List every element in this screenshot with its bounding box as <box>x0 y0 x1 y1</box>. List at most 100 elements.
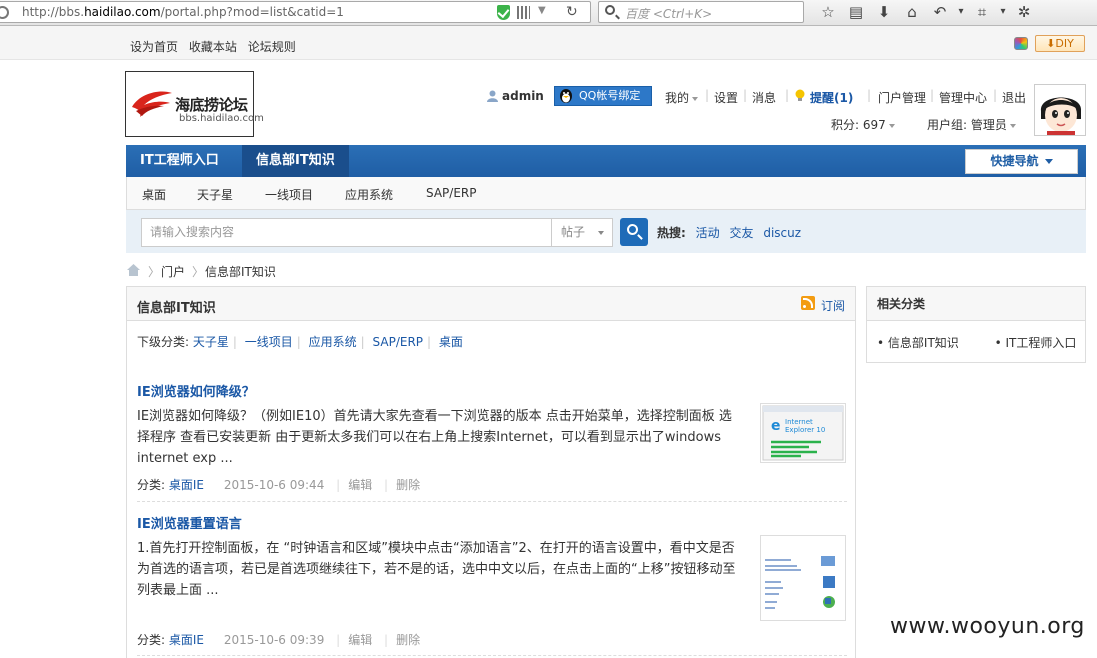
delete-link[interactable]: 删除 <box>396 633 420 647</box>
diy-button[interactable]: ⬇DIY <box>1035 35 1085 52</box>
messages-link[interactable]: 消息 <box>752 89 776 106</box>
tools-dropdown-icon[interactable]: ▾ <box>996 3 1010 21</box>
bookmarks-list-icon[interactable]: ▤ <box>842 3 870 21</box>
edit-link[interactable]: 编辑 <box>348 478 372 492</box>
avatar[interactable] <box>1034 84 1086 136</box>
search-icon <box>627 224 638 235</box>
article-divider <box>137 655 847 656</box>
panel-title: 信息部IT知识 <box>137 301 216 316</box>
home-icon[interactable]: ⌂ <box>898 3 926 21</box>
related-category-it-knowledge[interactable]: • 信息部IT知识 <box>877 336 975 350</box>
security-shield-icon[interactable] <box>497 5 510 20</box>
undo-dropdown-icon[interactable]: ▾ <box>954 3 968 21</box>
logo-swoosh-icon <box>132 91 172 117</box>
address-url[interactable]: http://bbs.haidilao.com/portal.php?mod=l… <box>22 5 344 19</box>
svg-text:Internet: Internet <box>785 418 813 426</box>
delete-link[interactable]: 删除 <box>396 478 420 492</box>
subcat-tianzixing[interactable]: 天子星 <box>193 335 229 349</box>
search-input[interactable]: 请输入搜索内容 <box>141 218 552 247</box>
subcat-frontline[interactable]: 一线项目 <box>245 335 293 349</box>
article-meta: 分类: 桌面IE 2015-10-6 09:44 | 编辑 | 删除 <box>137 478 421 492</box>
add-favorite-link[interactable]: 收藏本站 <box>189 40 237 54</box>
subnav-item-desktop[interactable]: 桌面 <box>142 186 166 203</box>
search-row: 请输入搜索内容 帖子 热搜: 活动 交友 discuz <box>126 210 1086 253</box>
set-homepage-link[interactable]: 设为首页 <box>130 40 178 54</box>
subnav-item-tianzixing[interactable]: 天子星 <box>197 186 233 203</box>
subnav-item-frontline[interactable]: 一线项目 <box>265 186 313 203</box>
search-button[interactable] <box>620 218 648 246</box>
reload-icon[interactable]: ↻ <box>566 4 578 20</box>
download-icon[interactable]: ⬇ <box>870 3 898 21</box>
hot-search: 热搜: 活动 交友 discuz <box>657 224 801 241</box>
settings-link[interactable]: 设置 <box>714 89 738 106</box>
article-title[interactable]: IE浏览器重置语言 <box>137 513 242 532</box>
related-categories-list: • 信息部IT知识 • IT工程师入口 <box>877 334 1097 351</box>
chevron-down-icon <box>598 231 604 235</box>
hot-word-activity[interactable]: 活动 <box>696 226 720 240</box>
subnav-item-sap-erp[interactable]: SAP/ERP <box>426 186 476 200</box>
subnav-item-apps[interactable]: 应用系统 <box>345 186 393 203</box>
control-panel-screenshot-thumbnail <box>762 537 844 619</box>
article-title[interactable]: IE浏览器如何降级？ <box>137 381 255 400</box>
theme-palette-icon[interactable] <box>1014 37 1028 50</box>
points-menu[interactable]: 积分: 697 <box>831 116 895 133</box>
search-icon <box>605 5 615 15</box>
my-menu[interactable]: 我的 <box>665 89 699 106</box>
username-link[interactable]: admin <box>502 89 544 103</box>
separator: | <box>785 88 790 102</box>
avatar-face-icon <box>1040 97 1082 135</box>
globe-icon <box>0 6 9 19</box>
panel-header: 信息部IT知识 订阅 <box>127 287 855 321</box>
nav-item-it-engineer[interactable]: IT工程师入口 <box>126 145 233 177</box>
home-icon[interactable] <box>126 263 141 277</box>
bookmark-star-icon[interactable]: ☆ <box>814 3 842 21</box>
related-categories-title: 相关分类 <box>867 287 1085 321</box>
remind-link[interactable]: 提醒(1) <box>810 89 853 106</box>
article-category-link[interactable]: 桌面IE <box>169 633 204 647</box>
breadcrumb-portal[interactable]: 门户 <box>161 263 185 280</box>
user-group-menu[interactable]: 用户组: 管理员 <box>927 116 1016 133</box>
hot-word-discuz[interactable]: discuz <box>763 226 801 240</box>
hot-search-label: 热搜: <box>657 226 686 240</box>
article-meta: 分类: 桌面IE 2015-10-6 09:39 | 编辑 | 删除 <box>137 633 421 647</box>
article-date: 2015-10-6 09:39 <box>223 633 325 647</box>
separator: | <box>993 88 998 102</box>
user-icon <box>487 90 498 102</box>
ie10-screenshot-thumbnail: e Internet Explorer 10 <box>762 405 844 461</box>
article-thumbnail[interactable]: e Internet Explorer 10 <box>760 403 846 463</box>
qq-bind-button[interactable]: QQ帐号绑定 <box>554 86 652 106</box>
url-dropdown-icon[interactable]: ▼ <box>538 5 546 16</box>
browser-search-placeholder: 百度 <Ctrl+K> <box>625 7 713 21</box>
rss-icon[interactable] <box>801 296 815 310</box>
undo-icon[interactable]: ↶ <box>926 3 954 21</box>
subcat-sap-erp[interactable]: SAP/ERP <box>373 335 423 349</box>
site-logo[interactable]: 海底捞论坛 bbs.haidilao.com <box>125 71 264 137</box>
subscribe-link[interactable]: 订阅 <box>821 297 845 314</box>
nav-item-it-knowledge[interactable]: 信息部IT知识 <box>242 145 349 177</box>
svg-text:Explorer 10: Explorer 10 <box>785 426 825 434</box>
hot-word-dating[interactable]: 交友 <box>729 226 753 240</box>
quick-nav-button[interactable]: 快捷导航 <box>965 149 1078 174</box>
edit-link[interactable]: 编辑 <box>348 633 372 647</box>
svg-text:e: e <box>771 418 781 434</box>
extension-icon[interactable]: ✲ <box>1010 3 1038 21</box>
qq-penguin-icon <box>560 89 572 103</box>
article-category-link[interactable]: 桌面IE <box>169 478 204 492</box>
related-category-it-engineer[interactable]: • IT工程师入口 <box>995 336 1093 350</box>
qr-code-icon[interactable] <box>517 6 530 19</box>
subcat-apps[interactable]: 应用系统 <box>309 335 357 349</box>
separator: | <box>743 88 748 102</box>
address-bar[interactable]: http://bbs.haidilao.com/portal.php?mod=l… <box>0 1 591 23</box>
subcat-desktop[interactable]: 桌面 <box>439 335 463 349</box>
separator: | <box>705 88 710 102</box>
browser-search-box[interactable]: 百度 <Ctrl+K> <box>598 1 804 23</box>
crop-icon[interactable]: ⌗ <box>968 3 996 21</box>
browser-tool-buttons: ☆ ▤ ⬇ ⌂ ↶ ▾ ⌗ ▾ ✲ <box>814 3 1038 21</box>
forum-rules-link[interactable]: 论坛规则 <box>248 40 296 54</box>
admin-center-link[interactable]: 管理中心 <box>939 89 987 106</box>
sub-nav: 桌面 天子星 一线项目 应用系统 SAP/ERP <box>126 177 1086 210</box>
search-type-select[interactable]: 帖子 <box>551 218 613 247</box>
logout-link[interactable]: 退出 <box>1002 89 1026 106</box>
portal-manage-link[interactable]: 门户管理 <box>878 89 926 106</box>
article-thumbnail[interactable] <box>760 535 846 621</box>
